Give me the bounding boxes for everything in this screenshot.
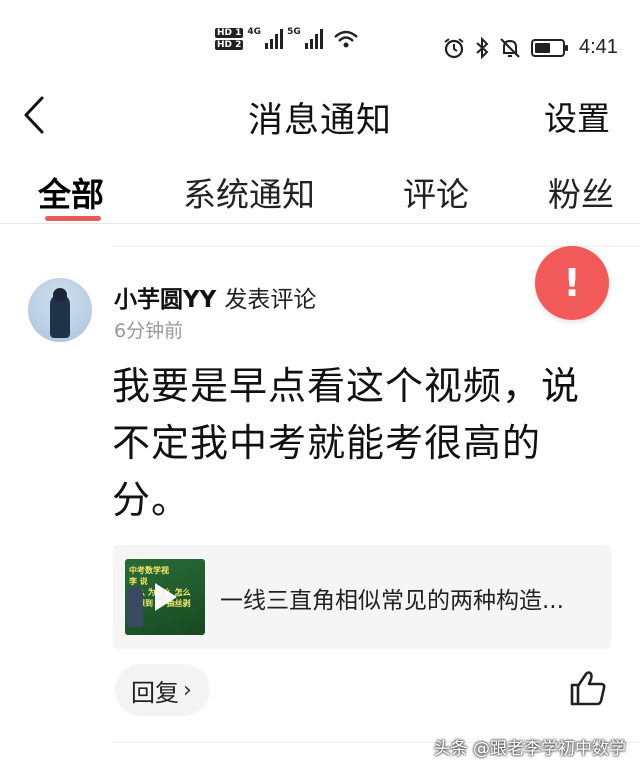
mute-bell-icon (500, 37, 520, 58)
signal-icon-2 (304, 29, 323, 49)
bluetooth-icon (476, 36, 489, 59)
tab-bar: 全部 系统通知 评论 粉丝 (0, 160, 640, 222)
hd2-label: HD 2 (215, 40, 244, 50)
alert-button[interactable]: ! (535, 246, 609, 320)
comment-line: 分。 (112, 478, 191, 522)
thumbnail-line: 中考数学视 (129, 566, 169, 575)
tab-all[interactable]: 全部 (38, 168, 104, 216)
wifi-icon (333, 30, 358, 48)
reply-button[interactable]: 回复 › (115, 664, 210, 716)
avatar-head (53, 288, 67, 302)
exclamation-icon: ! (563, 261, 581, 305)
author-action: 发表评论 (224, 287, 317, 313)
tabs-divider (0, 223, 640, 224)
play-icon (155, 583, 177, 611)
settings-button[interactable]: 设置 (544, 92, 610, 140)
watermark: 头条 @跟老李学初中数学 (433, 739, 626, 759)
status-icons: 4:41 (443, 36, 618, 59)
author-line: 小芋圆YY 发表评论 (114, 280, 316, 314)
alarm-icon (444, 37, 464, 58)
network-type-2: 5G (287, 27, 301, 37)
signal-icon (265, 29, 284, 49)
hd-badge: HD 1 HD 2 (215, 28, 244, 50)
timestamp: 6分钟前 (114, 320, 184, 342)
hd1-label: HD 1 (215, 28, 244, 38)
author-name[interactable]: 小芋圆YY (114, 280, 216, 314)
video-card[interactable]: 中考数学视 李 说 什么 为什么 怎么 何想到 — 抽丝剥 一线三直角相似常见的… (113, 545, 611, 649)
signal-group: HD 1 HD 2 4G 5G (215, 27, 359, 50)
tab-comments[interactable]: 评论 (403, 168, 469, 216)
battery-icon (531, 38, 568, 57)
tab-system-notifications[interactable]: 系统通知 (183, 168, 315, 216)
comment-line: 不定我中考就能考很高的 (112, 421, 542, 465)
avatar[interactable] (28, 278, 92, 342)
status-bar: HD 1 HD 2 4G 5G 4:41 (0, 0, 640, 80)
thumbnail-person (127, 587, 143, 627)
video-title: 一线三直角相似常见的两种构造... (220, 588, 564, 614)
chevron-right-icon: › (183, 677, 192, 703)
reply-label: 回复 (131, 678, 179, 707)
comment-text: 我要是早点看这个视频，说 不定我中考就能考很高的 分。 (112, 358, 592, 529)
comment-line: 我要是早点看这个视频，说 (112, 364, 581, 408)
network-type-1: 4G (247, 27, 262, 37)
active-tab-indicator (45, 216, 101, 221)
like-button[interactable] (568, 668, 608, 708)
tab-fans[interactable]: 粉丝 (548, 168, 614, 216)
clock: 4:41 (579, 36, 618, 58)
thumbs-up-icon (570, 671, 606, 706)
video-thumbnail: 中考数学视 李 说 什么 为什么 怎么 何想到 — 抽丝剥 (125, 559, 205, 635)
